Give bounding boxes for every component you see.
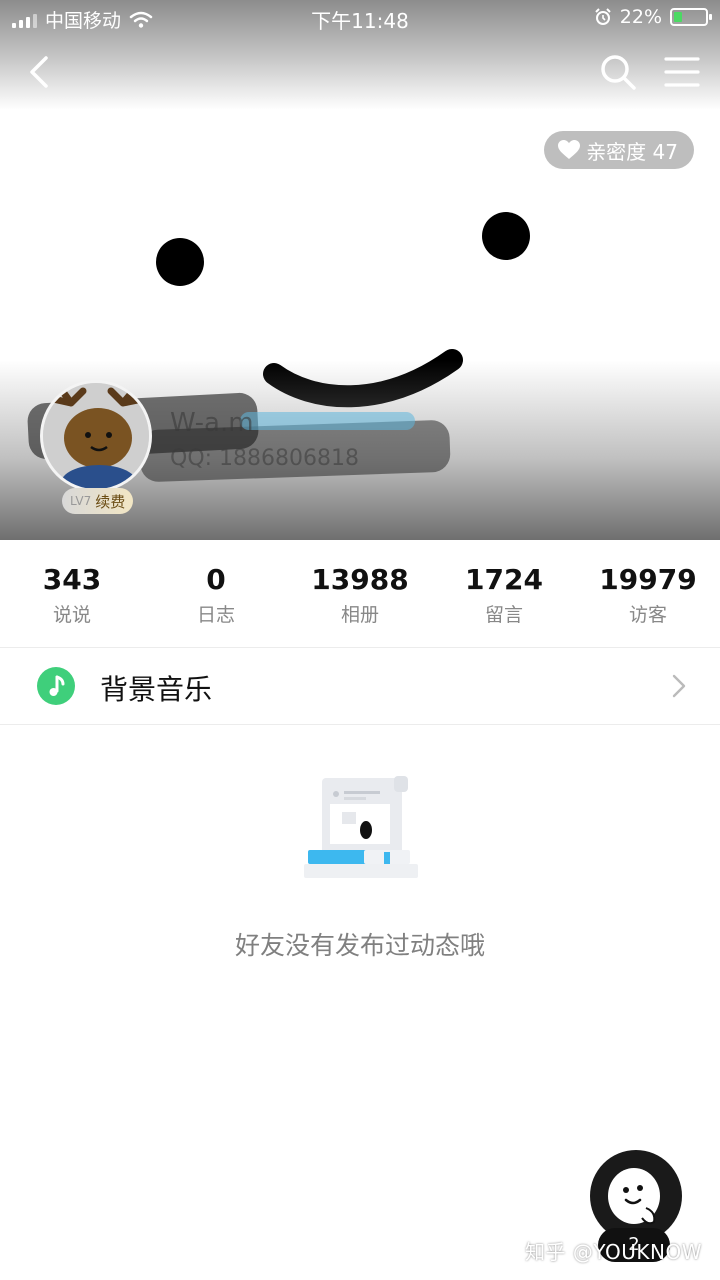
heart-icon	[558, 140, 581, 159]
vip-level: LV7	[70, 494, 92, 508]
stat-label: 相册	[340, 604, 379, 626]
stat-label: 说说	[52, 604, 91, 626]
stat-visitors[interactable]: 19979 访客	[576, 540, 720, 646]
background-music-row[interactable]: 背景音乐	[0, 648, 720, 724]
vip-badge[interactable]: LV7 续费	[62, 488, 134, 514]
watermark: 知乎 @YOUKNOW	[525, 1240, 702, 1264]
cover-drawing-left-eye	[156, 238, 204, 286]
stat-value: 343	[42, 563, 102, 596]
status-bar: 中国移动 下午11:48 22%	[0, 0, 720, 36]
search-icon[interactable]	[598, 52, 638, 92]
stat-label: 访客	[628, 604, 667, 626]
stat-label: 日志	[196, 604, 235, 626]
stats-bar: 343 说说 0 日志 13988 相册 1724 留言 19979 访客	[0, 540, 720, 646]
avatar[interactable]	[40, 380, 152, 492]
alarm-icon	[595, 8, 611, 25]
profile-name: W-a.m	[170, 408, 254, 438]
stat-value: 13988	[311, 563, 409, 596]
background-music-label: 背景音乐	[100, 673, 213, 706]
battery-percent: 22%	[619, 6, 662, 28]
vip-renew-label: 续费	[95, 492, 126, 511]
stat-album[interactable]: 13988 相册	[288, 540, 432, 646]
status-right: 22%	[594, 6, 712, 28]
music-note-icon	[37, 667, 75, 705]
back-arrow-icon[interactable]	[20, 52, 60, 92]
stat-label: 留言	[484, 604, 523, 626]
stat-shuoshuo[interactable]: 343 说说	[0, 540, 144, 646]
intimacy-label: 亲密度 47	[586, 139, 678, 164]
profile-qq-number: QQ: 1886806818	[170, 446, 360, 471]
intimacy-badge[interactable]: 亲密度 47	[544, 131, 694, 169]
battery-icon	[670, 8, 712, 26]
empty-feed-illustration-icon	[304, 776, 418, 878]
stat-value: 1724	[465, 563, 543, 596]
empty-feed-message: 好友没有发布过动态哦	[234, 931, 485, 960]
divider	[0, 724, 720, 725]
stat-messages[interactable]: 1724 留言	[432, 540, 576, 646]
cover-drawing-right-eye	[482, 212, 530, 260]
redaction-scribble	[240, 412, 415, 430]
chevron-right-icon	[672, 674, 686, 698]
menu-icon[interactable]	[662, 54, 702, 90]
stat-value: 0	[206, 563, 226, 596]
stat-value: 19979	[599, 563, 697, 596]
stat-blog[interactable]: 0 日志	[144, 540, 288, 646]
